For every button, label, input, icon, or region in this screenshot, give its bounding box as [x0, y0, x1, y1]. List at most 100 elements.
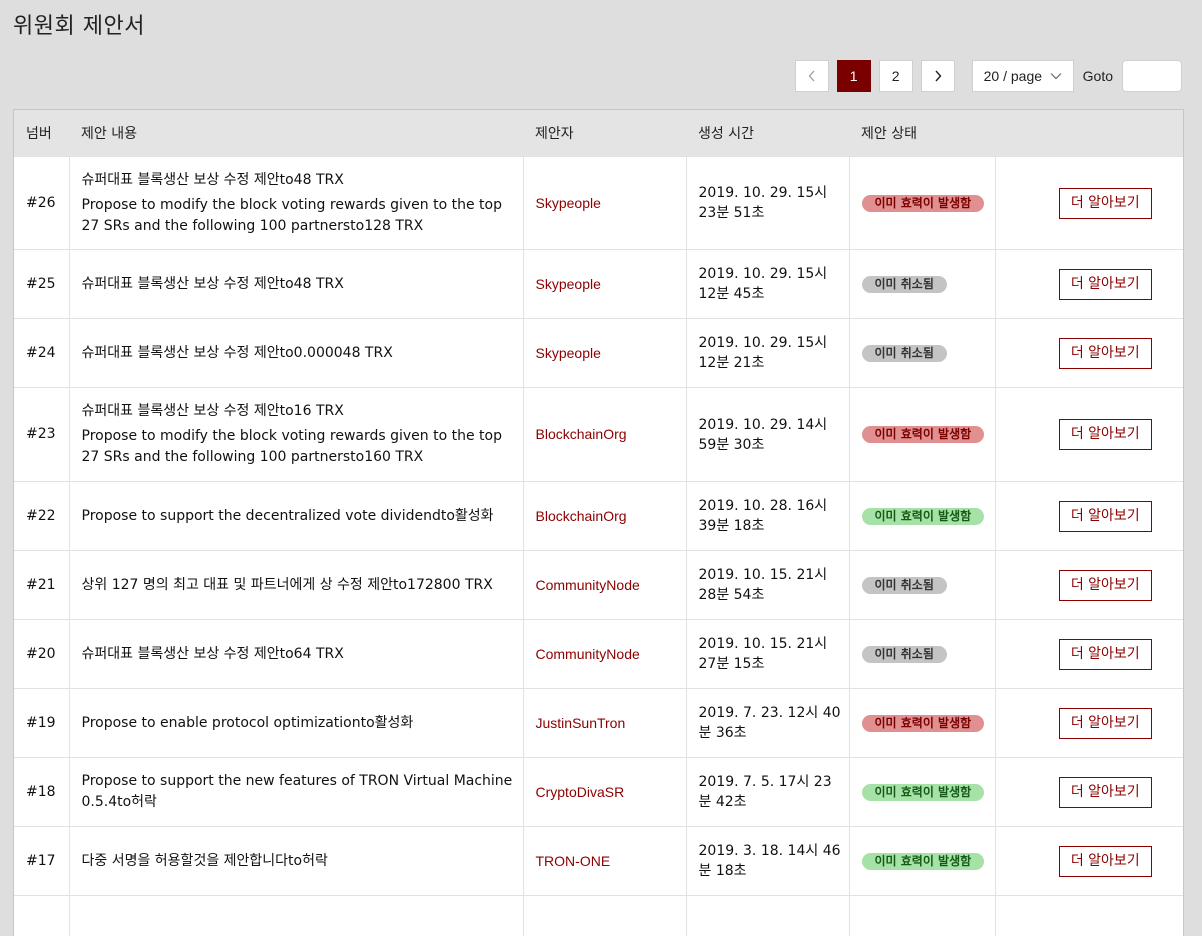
learn-more-button[interactable]: 더 알아보기	[1058, 845, 1152, 877]
created-time: 2019. 10. 15. 21시 27분 15초	[685, 619, 849, 689]
status-cell: 이미 효력이 발생함	[848, 688, 995, 758]
proposal-content: 슈퍼대표 블록생산 보상 수정 제안to48 TRX	[68, 249, 523, 319]
proposal-content-line: 슈퍼대표 블록생산 보상 수정 제안to64 TRX	[81, 645, 344, 662]
learn-more-button[interactable]: 더 알아보기	[1058, 776, 1152, 808]
learn-more-button[interactable]: 더 알아보기	[1058, 707, 1152, 739]
action-cell: 더 알아보기	[994, 757, 1183, 827]
proposer-link[interactable]: JustinSunTron	[522, 688, 686, 758]
action-cell: 더 알아보기	[994, 481, 1183, 551]
proposal-content-line: Propose to enable protocol optimizationt…	[81, 714, 414, 731]
learn-more-button[interactable]: 더 알아보기	[1058, 187, 1152, 219]
learn-more-button[interactable]: 더 알아보기	[1058, 569, 1152, 601]
proposer-link[interactable]: CommunityNode	[522, 619, 686, 689]
proposal-number: #23	[14, 387, 69, 482]
created-time: 2019. 10. 28. 16시 39분 18초	[685, 481, 849, 551]
learn-more-button[interactable]: 더 알아보기	[1058, 638, 1152, 670]
proposal-number: #17	[14, 826, 69, 896]
learn-more-button[interactable]: 더 알아보기	[1058, 500, 1152, 532]
proposal-content: 슈퍼대표 블록생산 보상 수정 제안to48 TRX Propose to mod…	[68, 156, 523, 250]
status-badge: 이미 취소됨	[861, 275, 947, 293]
goto-input[interactable]	[1122, 60, 1182, 92]
status-badge: 이미 취소됨	[861, 645, 947, 663]
status-cell: 이미 효력이 발생함	[848, 156, 995, 250]
status-cell: 이미 취소됨	[848, 619, 995, 689]
created-time: 2019. 10. 15. 21시 28분 54초	[685, 550, 849, 620]
proposal-number: #19	[14, 688, 69, 758]
page-size-value: 20 / page	[983, 68, 1043, 84]
learn-more-button[interactable]: 더 알아보기	[1058, 268, 1152, 300]
proposal-content: 상위 127 명의 최고 대표 및 파트너에게 상 수정 제안to172800 …	[68, 550, 523, 620]
proposer-link[interactable]: TRON-ONE	[522, 826, 686, 896]
chevron-left-icon	[808, 70, 815, 82]
status-badge: 이미 효력이 발생함	[861, 783, 985, 801]
header-created-time: 생성 시간	[686, 110, 849, 157]
table-row: #19 Propose to enable protocol optimizati…	[14, 688, 1183, 758]
proposal-number: #22	[14, 481, 69, 551]
proposal-content: 슈퍼대표 블록생산 보상 수정 제안to0.000048 TRX	[68, 318, 523, 388]
created-time: 2019. 10. 29. 14시 59분 30초	[685, 387, 849, 482]
status-badge: 이미 효력이 발생함	[861, 507, 985, 525]
created-time: 2019. 10. 29. 15시 23분 51초	[685, 156, 849, 250]
status-cell: 이미 효력이 발생함	[848, 826, 995, 896]
proposer-link[interactable]: Skypeople	[522, 156, 686, 250]
chevron-right-icon	[935, 70, 942, 82]
proposal-number: #20	[14, 619, 69, 689]
proposals-table: 넘버 제안 내용 제안자 생성 시간 제안 상태 #26 슈퍼대표 블록생산 보상…	[13, 109, 1184, 936]
proposal-content	[68, 895, 523, 936]
next-page-button[interactable]	[920, 60, 955, 92]
proposal-content-line: 슈퍼대표 블록생산 보상 수정 제안to0.000048 TRX	[81, 344, 393, 361]
proposal-content-line: Propose to modify the block voting rewar…	[81, 428, 503, 465]
status-cell: 이미 취소됨	[848, 318, 995, 388]
created-time: 2019. 7. 23. 12시 40분 36초	[685, 688, 849, 758]
proposer-link[interactable]: BlockchainOrg	[522, 387, 686, 482]
table-row: #18 Propose to support the new features o…	[14, 757, 1183, 827]
table-row: #25 슈퍼대표 블록생산 보상 수정 제안to48 TRX Skypeople 20…	[14, 249, 1183, 319]
learn-more-button[interactable]: 더 알아보기	[1058, 337, 1152, 369]
table-row: #23 슈퍼대표 블록생산 보상 수정 제안to16 TRX Propose to …	[14, 387, 1183, 482]
proposal-content-line: Propose to support the decentralized vot…	[81, 507, 494, 524]
proposer-link[interactable]: Skypeople	[522, 318, 686, 388]
proposal-content-line: 상위 127 명의 최고 대표 및 파트너에게 상 수정 제안to172800 …	[81, 576, 493, 593]
header-proposer: 제안자	[523, 110, 686, 157]
status-cell: 이미 취소됨	[848, 550, 995, 620]
proposer-link[interactable]: CryptoDivaSR	[522, 757, 686, 827]
action-cell	[994, 895, 1183, 936]
proposer-link	[522, 895, 686, 936]
page-size-select[interactable]: 20 / page	[971, 60, 1074, 92]
page-2-button[interactable]: 2	[878, 60, 913, 92]
proposal-content-line: 슈퍼대표 블록생산 보상 수정 제안to48 TRX	[81, 171, 344, 188]
page-title: 위원회 제안서	[13, 14, 145, 39]
action-cell: 더 알아보기	[994, 249, 1183, 319]
created-time: 2019. 10. 29. 15시 12분 45초	[685, 249, 849, 319]
proposer-link[interactable]: CommunityNode	[522, 550, 686, 620]
status-cell: 이미 효력이 발생함	[848, 387, 995, 482]
action-cell: 더 알아보기	[994, 619, 1183, 689]
action-cell: 더 알아보기	[994, 550, 1183, 620]
proposal-number: #18	[14, 757, 69, 827]
header-status: 제안 상태	[849, 110, 995, 157]
proposal-content-line: 슈퍼대표 블록생산 보상 수정 제안to48 TRX	[81, 275, 344, 292]
action-cell: 더 알아보기	[994, 318, 1183, 388]
proposal-number: #25	[14, 249, 69, 319]
proposer-link[interactable]: BlockchainOrg	[522, 481, 686, 551]
header-number: 넘버	[14, 110, 69, 157]
table-row: #26 슈퍼대표 블록생산 보상 수정 제안to48 TRX Propose to …	[14, 156, 1183, 250]
status-badge: 이미 효력이 발생함	[861, 194, 985, 212]
page-1-button[interactable]: 1	[836, 60, 871, 92]
proposal-content: 슈퍼대표 블록생산 보상 수정 제안to64 TRX	[68, 619, 523, 689]
learn-more-button[interactable]: 더 알아보기	[1058, 419, 1152, 450]
status-cell	[848, 895, 995, 936]
status-badge: 이미 효력이 발생함	[861, 426, 985, 443]
table-row	[14, 895, 1183, 936]
table-row: #17 다중 서명을 허용할것을 제안합니다to허락 TRON-ONE 2019. 3…	[14, 826, 1183, 896]
action-cell: 더 알아보기	[994, 826, 1183, 896]
proposer-link[interactable]: Skypeople	[522, 249, 686, 319]
header-content: 제안 내용	[69, 110, 523, 157]
prev-page-button[interactable]	[794, 60, 829, 92]
proposal-content-line: 슈퍼대표 블록생산 보상 수정 제안to16 TRX	[81, 403, 344, 419]
proposal-content-line: 다중 서명을 허용할것을 제안합니다to허락	[81, 852, 328, 869]
header-action	[995, 110, 1183, 157]
proposal-number	[14, 895, 69, 936]
status-cell: 이미 효력이 발생함	[848, 757, 995, 827]
proposal-content: Propose to support the new features of T…	[68, 757, 523, 827]
